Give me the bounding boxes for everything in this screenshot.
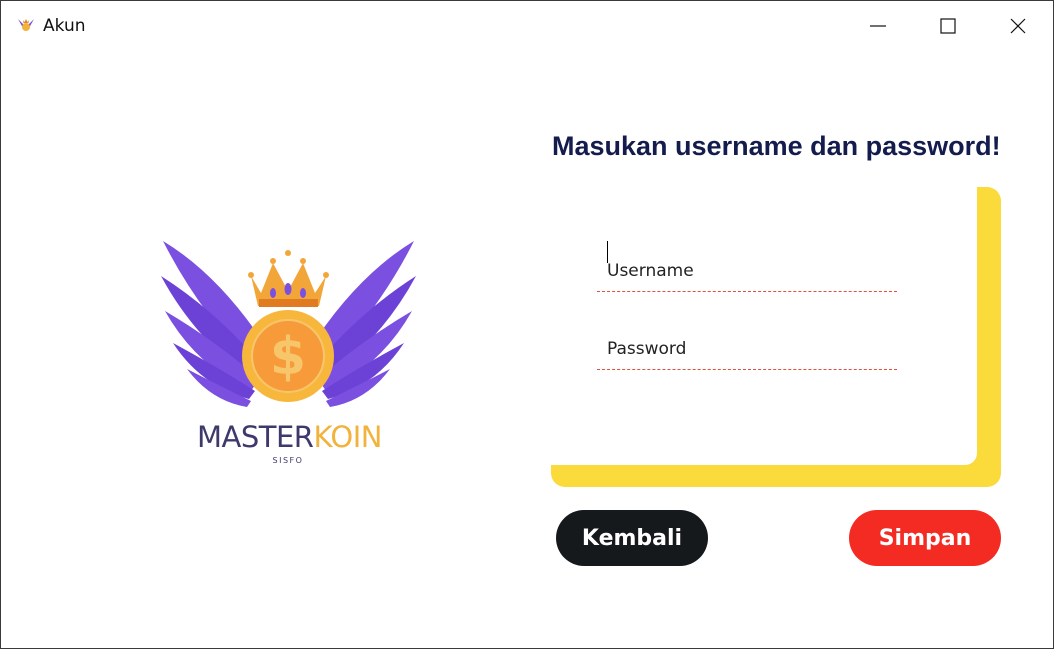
svg-text:$: $ [270, 327, 306, 387]
window-title: Akun [43, 16, 86, 36]
username-input[interactable] [607, 259, 887, 283]
svg-text:MASTERKOIN: MASTERKOIN [197, 420, 382, 454]
title-bar[interactable]: Akun [1, 1, 1053, 51]
brand-name-right: KOIN [313, 420, 382, 454]
username-field[interactable] [597, 241, 897, 292]
brand-name-left: MASTER [197, 420, 314, 454]
password-input[interactable] [607, 337, 887, 361]
maximize-button[interactable] [925, 9, 971, 43]
coin-icon: $ [242, 310, 334, 402]
password-field[interactable] [597, 319, 897, 370]
close-icon [1010, 18, 1026, 34]
save-button[interactable]: Simpan [849, 510, 1001, 566]
minimize-button[interactable] [855, 9, 901, 43]
minimize-icon [870, 25, 886, 27]
form-heading: Masukan username dan password! [552, 131, 1001, 161]
close-button[interactable] [995, 9, 1041, 43]
masterkoin-logo: $ MASTERKOIN SISFO [161, 241, 416, 465]
back-button[interactable]: Kembali [556, 510, 708, 566]
crown-icon [248, 250, 329, 307]
masterkoin-logo-icon [18, 19, 34, 31]
text-caret [607, 241, 608, 263]
app-window: Akun $ MASTERKOIN SISFO Masukan username… [0, 0, 1054, 649]
brand-tagline: SISFO [273, 456, 304, 465]
maximize-icon [940, 18, 956, 34]
